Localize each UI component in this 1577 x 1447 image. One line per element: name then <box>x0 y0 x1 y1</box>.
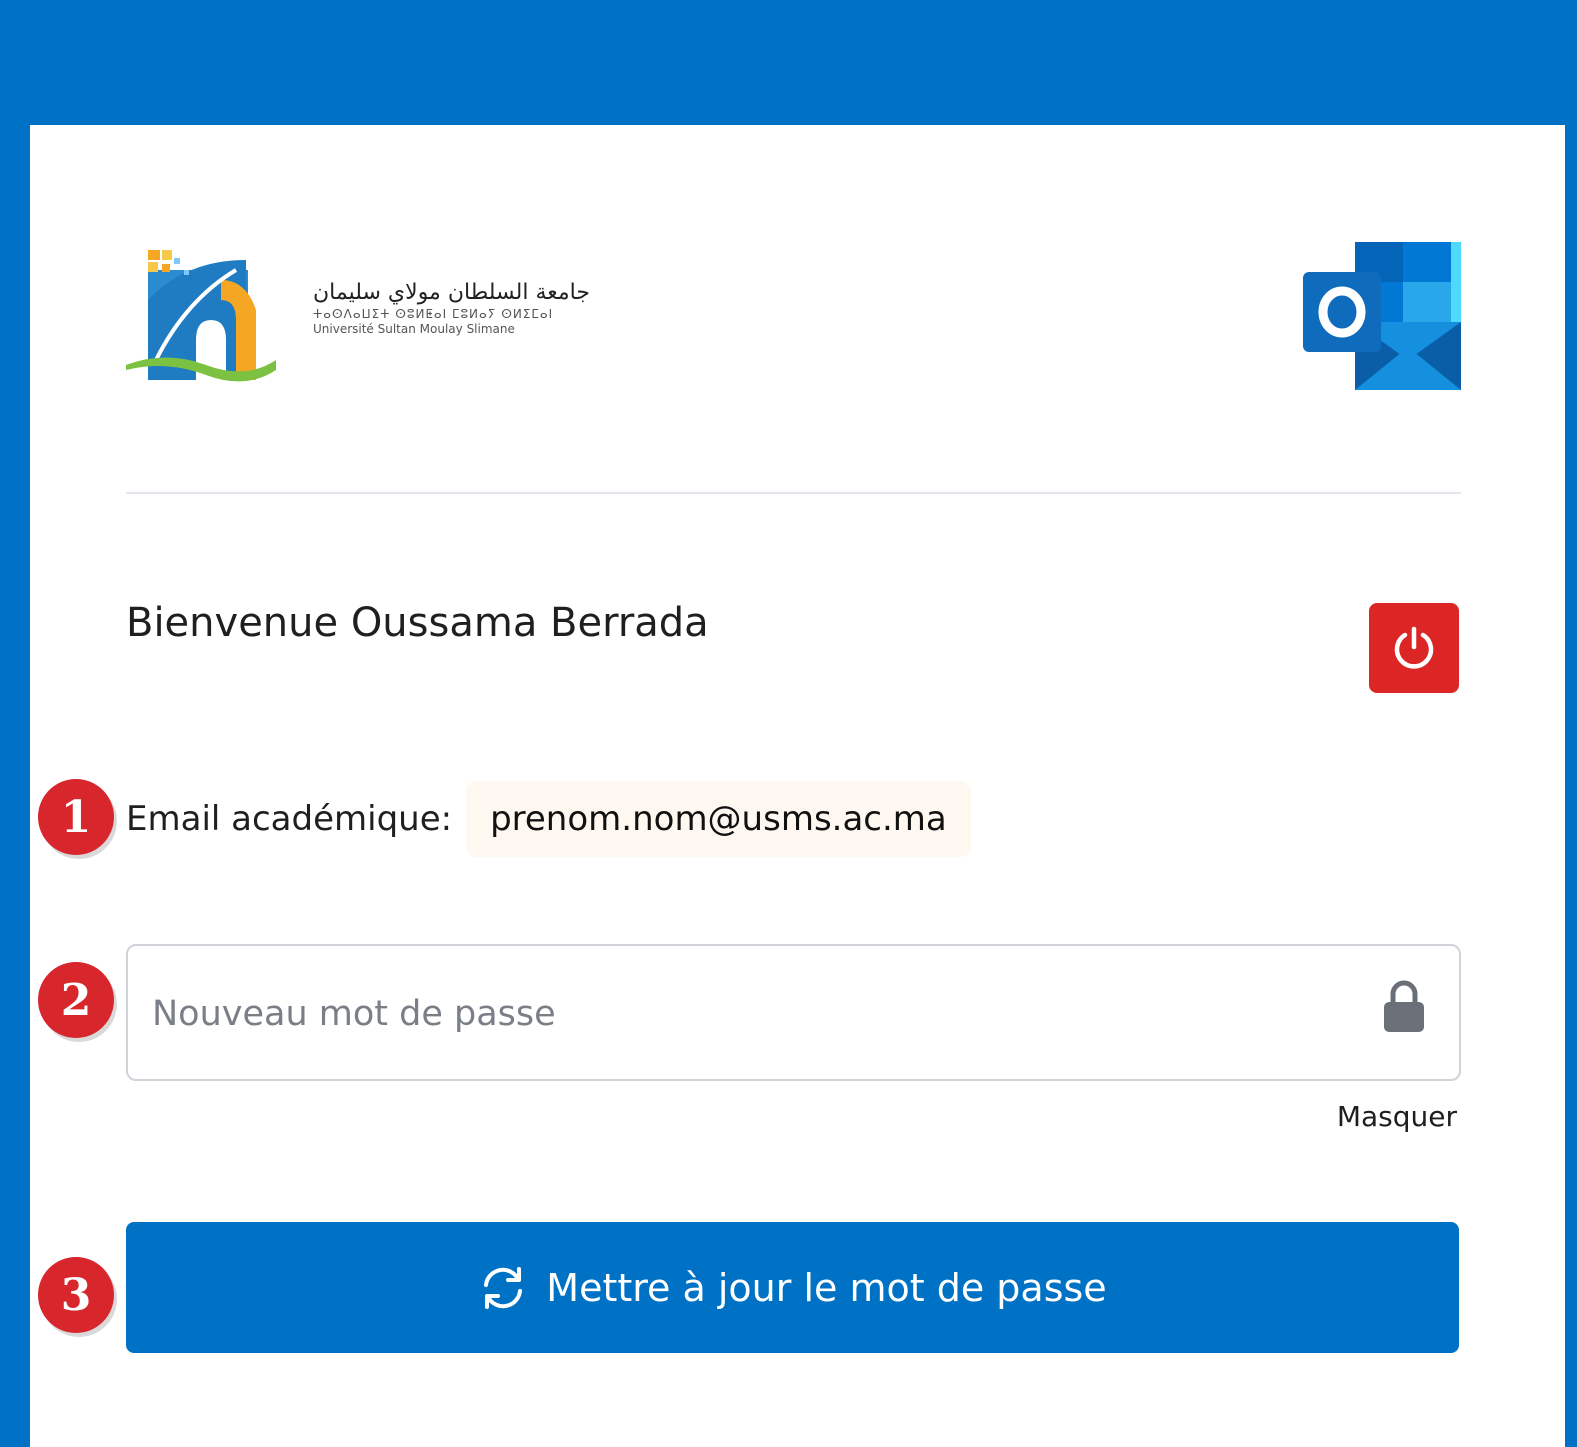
university-logo: جامعة السلطان مولاي سليمان ⵜⴰⵙⴷⴰⵡⵉⵜ ⵙⵓⵍⵟ… <box>126 240 596 390</box>
email-row: Email académique: prenom.nom@usms.ac.ma <box>126 780 971 858</box>
university-name-arabic: جامعة السلطان مولاي سليمان <box>313 280 590 305</box>
university-name-tifinagh: ⵜⴰⵙⴷⴰⵡⵉⵜ ⵙⵓⵍⵟⴰⵏ ⵎⵓⵍⴰⵢ ⵙⵍⵉⵎⴰⵏ <box>313 307 554 321</box>
university-name-french: Université Sultan Moulay Slimane <box>313 322 515 336</box>
power-icon <box>1394 626 1434 669</box>
form-card: جامعة السلطان مولاي سليمان ⵜⴰⵙⴷⴰⵡⵉⵜ ⵙⵓⵍⵟ… <box>30 125 1565 1447</box>
university-name: جامعة السلطان مولاي سليمان ⵜⴰⵙⴷⴰⵡⵉⵜ ⵙⵓⵍⵟ… <box>313 280 603 336</box>
step-marker-1: 1 <box>38 779 114 855</box>
page: { "header": { "bg_color": "#0072c6" }, "… <box>0 0 1577 1447</box>
password-field <box>126 944 1461 1081</box>
outlook-icon <box>1303 242 1461 390</box>
lock-icon <box>1384 980 1424 1032</box>
logout-button[interactable] <box>1369 603 1459 693</box>
update-password-label: Mettre à jour le mot de passe <box>546 1265 1107 1310</box>
university-emblem-icon <box>126 250 276 382</box>
divider <box>126 492 1461 494</box>
email-label: Email académique: <box>126 799 453 839</box>
welcome-message: Bienvenue Oussama Berrada <box>126 600 709 646</box>
update-password-button[interactable]: Mettre à jour le mot de passe <box>126 1222 1459 1353</box>
email-value: prenom.nom@usms.ac.ma <box>466 781 971 857</box>
refresh-icon <box>484 1266 523 1309</box>
step-marker-3: 3 <box>38 1257 114 1333</box>
new-password-input[interactable] <box>150 946 1334 1081</box>
step-marker-2: 2 <box>38 962 114 1038</box>
hide-password-toggle[interactable]: Masquer <box>1337 1100 1457 1133</box>
